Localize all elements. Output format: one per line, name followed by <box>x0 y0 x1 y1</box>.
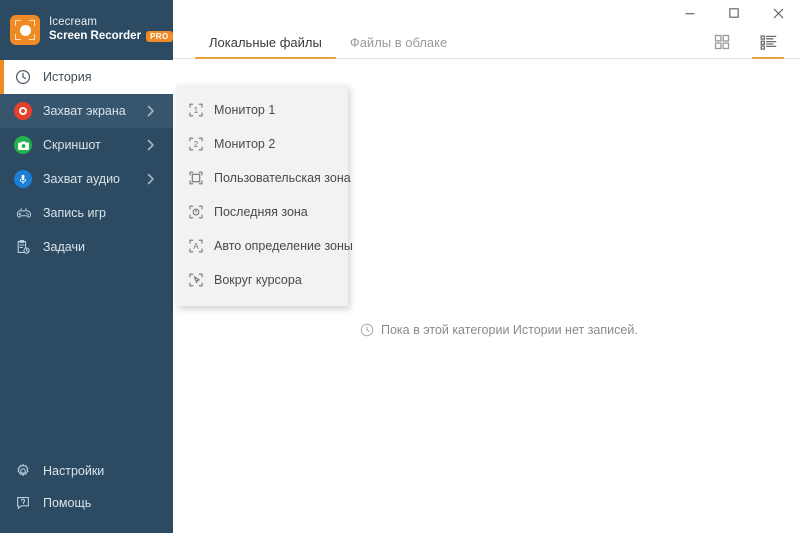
sidebar-item-label: Скриншот <box>43 138 101 152</box>
dropdown-item-monitor-2[interactable]: 2 Монитор 2 <box>176 127 348 161</box>
dropdown-item-label: Вокруг курсора <box>214 273 302 287</box>
monitor-one-icon: 1 <box>187 102 204 119</box>
camera-icon <box>14 136 32 154</box>
dropdown-item-label: Последняя зона <box>214 205 308 219</box>
sidebar-bottom-nav: Настройки Помощь <box>0 455 173 533</box>
auto-area-icon: A <box>187 238 204 255</box>
clock-icon <box>14 68 32 86</box>
chevron-right-icon <box>147 105 155 117</box>
custom-area-icon <box>187 170 204 187</box>
tab-bar: Локальные файлы Файлы в облаке <box>173 26 800 59</box>
sidebar-item-label: Запись игр <box>43 206 106 220</box>
last-area-icon <box>187 204 204 221</box>
help-question-icon <box>14 494 32 512</box>
sidebar-item-label: Задачи <box>43 240 85 254</box>
pro-badge: PRO <box>146 31 173 43</box>
monitor-two-icon: 2 <box>187 136 204 153</box>
tab-local-files[interactable]: Локальные файлы <box>195 35 336 59</box>
dropdown-item-monitor-1[interactable]: 1 Монитор 1 <box>176 93 348 127</box>
sidebar-item-label: Захват экрана <box>43 104 126 118</box>
around-cursor-icon <box>187 272 204 289</box>
sidebar-item-history[interactable]: История <box>0 60 173 94</box>
sidebar-item-help[interactable]: Помощь <box>0 487 173 519</box>
empty-state: Пока в этой категории Истории нет записе… <box>360 323 638 337</box>
app-logo-icon <box>10 15 40 45</box>
screen-capture-dropdown: 1 Монитор 1 2 Монитор 2 Пользовательская… <box>176 85 353 306</box>
sidebar-item-label: История <box>43 70 92 84</box>
brand-product-name: Screen Recorder <box>49 30 142 42</box>
app-window: Icecream Screen Recorder PRO История Зах… <box>0 0 800 533</box>
dropdown-item-auto-area[interactable]: A Авто определение зоны <box>176 229 353 263</box>
close-button[interactable] <box>756 0 800 26</box>
maximize-button[interactable] <box>712 0 756 26</box>
minimize-icon <box>685 13 695 15</box>
empty-state-message: Пока в этой категории Истории нет записе… <box>381 323 638 337</box>
brand-name-line1: Icecream <box>49 16 98 29</box>
record-circle-icon <box>14 102 32 120</box>
list-view-icon <box>760 35 776 50</box>
view-toggle-group <box>706 34 784 59</box>
list-view-button[interactable] <box>752 34 784 59</box>
svg-text:2: 2 <box>193 140 198 149</box>
sidebar-item-label: Захват аудио <box>43 172 121 186</box>
chevron-right-icon <box>147 173 155 185</box>
dropdown-item-label: Монитор 2 <box>214 137 276 151</box>
tasks-clipboard-icon <box>14 238 32 256</box>
minimize-button[interactable] <box>668 0 712 26</box>
microphone-icon <box>14 170 32 188</box>
maximize-icon <box>729 8 739 18</box>
sidebar-item-label: Помощь <box>43 496 92 510</box>
sidebar-nav: История Захват экрана Скриншот Захват ау… <box>0 60 173 264</box>
dropdown-item-custom-area[interactable]: Пользовательская зона <box>176 161 351 195</box>
chevron-right-icon <box>147 139 155 151</box>
sidebar-item-audio-capture[interactable]: Захват аудио <box>0 162 173 196</box>
grid-view-button[interactable] <box>706 34 738 58</box>
dropdown-item-around-cursor[interactable]: Вокруг курсора <box>176 263 348 297</box>
grid-view-icon <box>714 34 730 50</box>
sidebar-item-screenshot[interactable]: Скриншот <box>0 128 173 162</box>
dropdown-item-label: Монитор 1 <box>214 103 276 117</box>
brand-name-line2: Screen Recorder PRO <box>49 30 173 44</box>
sidebar-item-screen-capture[interactable]: Захват экрана <box>0 94 173 128</box>
title-bar <box>173 0 800 26</box>
gamepad-icon <box>14 204 32 222</box>
svg-text:1: 1 <box>193 106 198 115</box>
sidebar: Icecream Screen Recorder PRO История Зах… <box>0 0 173 533</box>
tab-cloud-files[interactable]: Файлы в облаке <box>336 35 461 58</box>
gear-icon <box>14 462 32 480</box>
brand-header: Icecream Screen Recorder PRO <box>0 0 173 60</box>
sidebar-item-label: Настройки <box>43 464 105 478</box>
sidebar-item-game-recording[interactable]: Запись игр <box>0 196 173 230</box>
sidebar-item-settings[interactable]: Настройки <box>0 455 173 487</box>
dropdown-item-label: Авто определение зоны <box>214 239 353 253</box>
clock-icon <box>360 323 374 337</box>
svg-text:A: A <box>193 242 199 251</box>
dropdown-item-label: Пользовательская зона <box>214 171 351 185</box>
brand-text: Icecream Screen Recorder PRO <box>49 16 173 43</box>
sidebar-item-tasks[interactable]: Задачи <box>0 230 173 264</box>
dropdown-item-last-area[interactable]: Последняя зона <box>176 195 348 229</box>
close-icon <box>773 8 783 18</box>
